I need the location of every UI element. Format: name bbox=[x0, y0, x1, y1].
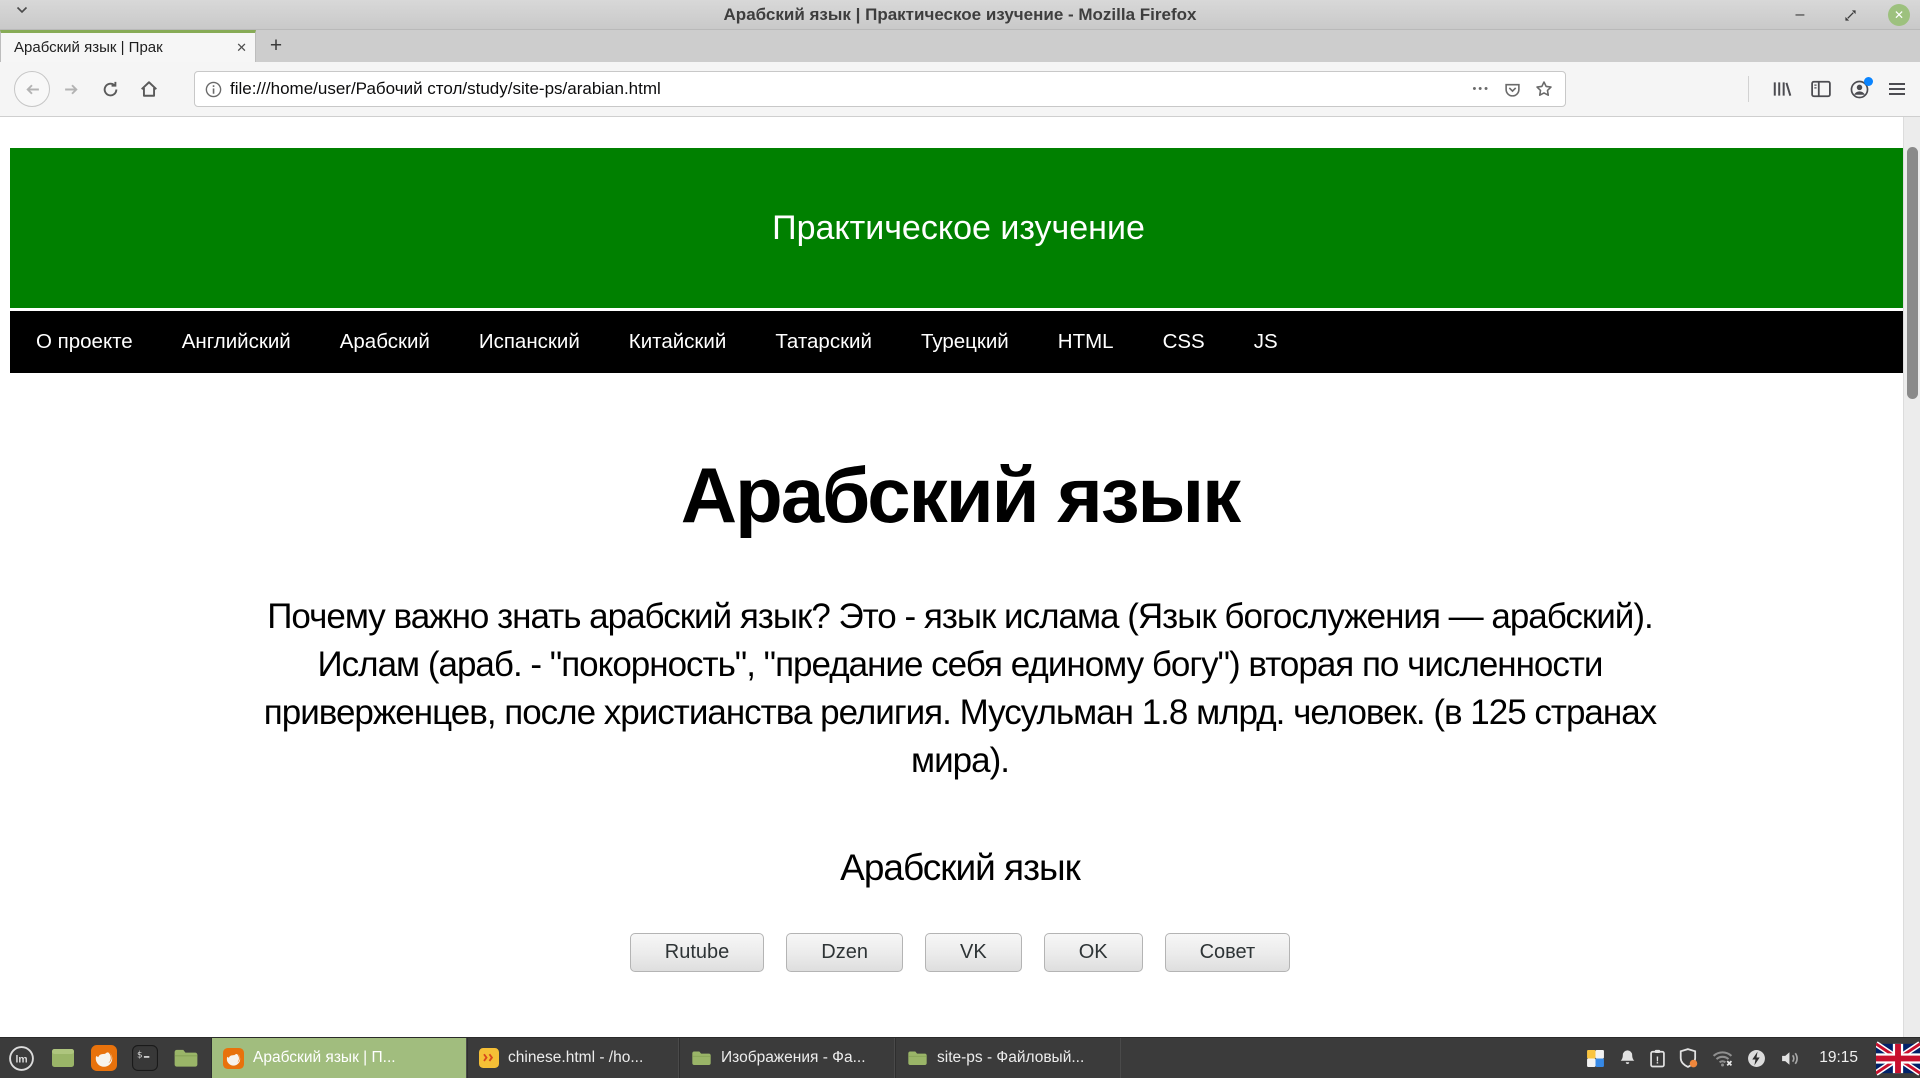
page-subheading: Арабский язык bbox=[0, 847, 1920, 889]
url-bar[interactable]: file:///home/user/Рабочий стол/study/sit… bbox=[194, 71, 1566, 107]
social-button-dzen[interactable]: Dzen bbox=[786, 933, 903, 972]
shield-status-icon[interactable] bbox=[1679, 1048, 1698, 1068]
show-desktop-button[interactable] bbox=[50, 1045, 76, 1071]
taskbar: Арабский язык | П... chinese.html - /ho.… bbox=[0, 1037, 1920, 1078]
nav-link-arabic[interactable]: Арабский bbox=[340, 330, 430, 354]
menu-hamburger-icon[interactable] bbox=[1888, 81, 1906, 97]
clipboard-alert-icon[interactable]: ! bbox=[1650, 1049, 1665, 1068]
browser-tab-active[interactable]: Арабский язык | Прак ✕ bbox=[0, 30, 256, 62]
social-button-vk[interactable]: VK bbox=[925, 933, 1022, 972]
intro-paragraph: Почему важно знать арабский язык? Это - … bbox=[0, 593, 1920, 785]
page-actions-icon[interactable]: ••• bbox=[1472, 83, 1490, 95]
social-button-sovet[interactable]: Совет bbox=[1165, 933, 1291, 972]
keyboard-layout-flag-icon[interactable] bbox=[1876, 1040, 1920, 1077]
nav-link-english[interactable]: Английский bbox=[182, 330, 291, 354]
notification-dot bbox=[1864, 77, 1873, 86]
intro-paragraph-line: приверженцев, после христианства религия… bbox=[0, 689, 1920, 737]
terminal-launcher-icon[interactable] bbox=[132, 1045, 158, 1071]
firefox-icon bbox=[223, 1048, 244, 1069]
social-buttons-row: Rutube Dzen VK OK Совет bbox=[0, 933, 1920, 972]
task-title: Изображения - Фа... bbox=[721, 1049, 866, 1067]
toolbar-right-icons bbox=[1748, 76, 1906, 102]
nav-link-about[interactable]: О проекте bbox=[36, 330, 133, 354]
text-editor-icon bbox=[479, 1048, 499, 1068]
nav-link-css[interactable]: CSS bbox=[1163, 330, 1205, 354]
site-header-banner: Практическое изучение bbox=[10, 148, 1907, 308]
taskbar-launchers bbox=[0, 1038, 211, 1078]
toolbar-separator bbox=[1748, 76, 1749, 102]
tab-bar: Арабский язык | Прак ✕ + bbox=[0, 30, 1920, 62]
maximize-button[interactable] bbox=[1838, 3, 1862, 27]
close-button[interactable]: ✕ bbox=[1888, 4, 1910, 26]
power-bolt-icon[interactable] bbox=[1747, 1049, 1766, 1068]
task-button-text-editor[interactable]: chinese.html - /ho... bbox=[467, 1038, 679, 1078]
new-tab-button[interactable]: + bbox=[256, 30, 296, 62]
sidebar-icon[interactable] bbox=[1811, 80, 1831, 98]
library-icon[interactable] bbox=[1772, 80, 1792, 98]
page-scrollbar[interactable] bbox=[1903, 117, 1920, 1037]
reload-button[interactable] bbox=[92, 71, 128, 107]
tab-close-icon[interactable]: ✕ bbox=[236, 40, 247, 56]
intro-paragraph-line: мира). bbox=[0, 737, 1920, 785]
nav-link-html[interactable]: HTML bbox=[1058, 330, 1114, 354]
intro-paragraph-line: Ислам (араб. - "покорность", "предание с… bbox=[0, 641, 1920, 689]
nav-link-turkish[interactable]: Турецкий bbox=[921, 330, 1009, 354]
notifications-bell-icon[interactable] bbox=[1619, 1049, 1636, 1067]
browser-toolbar: file:///home/user/Рабочий стол/study/sit… bbox=[0, 62, 1920, 117]
wifi-disconnected-icon[interactable] bbox=[1712, 1050, 1733, 1067]
forward-button[interactable] bbox=[53, 71, 89, 107]
window-title: Арабский язык | Практическое изучение - … bbox=[0, 5, 1920, 25]
url-bar-icons: ••• bbox=[1472, 80, 1553, 98]
page-title: Арабский язык bbox=[0, 453, 1920, 539]
scrollbar-thumb[interactable] bbox=[1907, 147, 1918, 399]
window-titlebar: Арабский язык | Практическое изучение - … bbox=[0, 0, 1920, 30]
folder-icon bbox=[691, 1049, 712, 1067]
mint-menu-button[interactable] bbox=[8, 1045, 35, 1072]
site-info-icon[interactable] bbox=[205, 81, 222, 98]
task-title: chinese.html - /ho... bbox=[508, 1049, 643, 1067]
nav-link-js[interactable]: JS bbox=[1254, 330, 1278, 354]
folder-icon bbox=[907, 1049, 928, 1067]
task-button-firefox[interactable]: Арабский язык | П... bbox=[211, 1038, 467, 1078]
firefox-launcher-icon[interactable] bbox=[91, 1045, 117, 1071]
account-icon[interactable] bbox=[1850, 80, 1869, 99]
nav-link-spanish[interactable]: Испанский bbox=[479, 330, 580, 354]
window-controls: – ✕ bbox=[1788, 0, 1910, 30]
pocket-icon[interactable] bbox=[1504, 81, 1521, 98]
site-title: Практическое изучение bbox=[772, 209, 1145, 248]
back-button[interactable] bbox=[14, 71, 50, 107]
svg-text:!: ! bbox=[1656, 1055, 1659, 1066]
task-button-file-manager-images[interactable]: Изображения - Фа... bbox=[679, 1038, 895, 1078]
color-squares-icon[interactable] bbox=[1586, 1049, 1605, 1068]
minimize-button[interactable]: – bbox=[1788, 3, 1812, 27]
social-button-rutube[interactable]: Rutube bbox=[630, 933, 765, 972]
nav-link-tatar[interactable]: Татарский bbox=[775, 330, 872, 354]
files-launcher-icon[interactable] bbox=[173, 1047, 199, 1069]
task-title: site-ps - Файловый... bbox=[937, 1049, 1084, 1067]
taskbar-clock[interactable]: 19:15 bbox=[1819, 1049, 1858, 1067]
page-content: Практическое изучение О проекте Английск… bbox=[0, 117, 1920, 1037]
home-button[interactable] bbox=[131, 71, 167, 107]
tab-title: Арабский язык | Прак bbox=[14, 39, 230, 56]
task-button-file-manager-siteps[interactable]: site-ps - Файловый... bbox=[895, 1038, 1121, 1078]
nav-link-chinese[interactable]: Китайский bbox=[629, 330, 727, 354]
taskbar-tasks: Арабский язык | П... chinese.html - /ho.… bbox=[211, 1038, 1121, 1078]
system-tray: ! 19:15 bbox=[1586, 1038, 1920, 1078]
task-title: Арабский язык | П... bbox=[253, 1049, 396, 1067]
url-text[interactable]: file:///home/user/Рабочий стол/study/sit… bbox=[230, 79, 1472, 99]
site-nav: О проекте Английский Арабский Испанский … bbox=[10, 311, 1907, 373]
bookmark-star-icon[interactable] bbox=[1535, 80, 1553, 98]
social-button-ok[interactable]: OK bbox=[1044, 933, 1143, 972]
intro-paragraph-line: Почему важно знать арабский язык? Это - … bbox=[0, 593, 1920, 641]
volume-icon[interactable] bbox=[1780, 1050, 1801, 1067]
